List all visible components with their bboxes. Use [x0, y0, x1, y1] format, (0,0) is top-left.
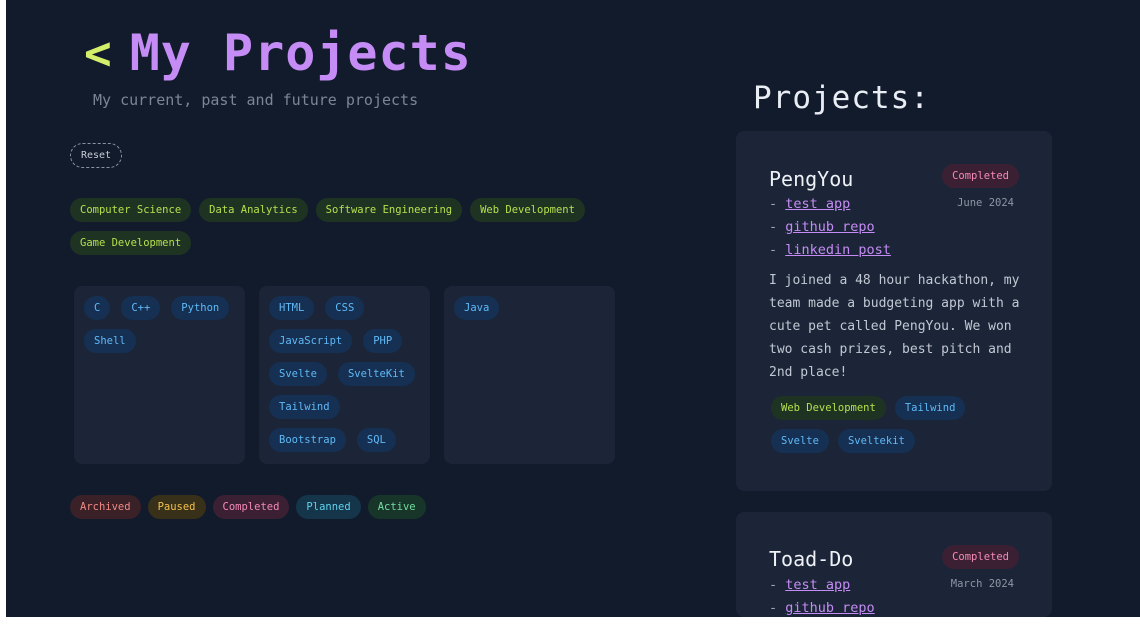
filter-php[interactable]: PHP [363, 329, 403, 353]
filter-planned[interactable]: Planned [296, 495, 361, 519]
filter-archived[interactable]: Archived [70, 495, 141, 519]
status-filters: Archived Paused Completed Planned Active [70, 495, 426, 519]
project-date: June 2024 [957, 197, 1014, 209]
filter-cpp[interactable]: C++ [121, 296, 161, 320]
category-filters: Computer Science Data Analytics Software… [70, 198, 590, 255]
project-name: PengYou [769, 167, 854, 191]
language-group-web: HTML CSS JavaScript PHP Svelte SvelteKit… [259, 286, 430, 464]
project-links: - test app - github repo - linkedin post [769, 193, 891, 262]
filter-python[interactable]: Python [171, 296, 230, 320]
link-row: - test app [769, 577, 851, 593]
filter-web-development[interactable]: Web Development [470, 198, 585, 222]
project-status-badge: Completed [942, 164, 1019, 188]
filter-c[interactable]: C [84, 296, 111, 320]
project-date: March 2024 [950, 578, 1014, 590]
projects-heading: Projects: [753, 80, 930, 116]
filter-shell[interactable]: Shell [84, 329, 136, 353]
link-row: - test app [769, 196, 851, 212]
project-status-badge: Completed [942, 545, 1019, 569]
github-repo-link[interactable]: github repo [785, 219, 874, 235]
project-links: - test app - github repo [769, 574, 875, 620]
filter-data-analytics[interactable]: Data Analytics [199, 198, 308, 222]
page-subtitle: My current, past and future projects [93, 91, 419, 109]
filter-active[interactable]: Active [367, 495, 426, 519]
filter-software-engineering[interactable]: Software Engineering [315, 198, 463, 222]
page-title: My Projects [129, 24, 472, 82]
filter-javascript[interactable]: JavaScript [269, 329, 353, 353]
filter-sveltekit[interactable]: SvelteKit [337, 362, 415, 386]
filter-bootstrap[interactable]: Bootstrap [269, 428, 346, 452]
project-card-toad-do: Toad-Do Completed March 2024 - test app … [736, 512, 1052, 617]
language-group-jvm: Java [444, 286, 615, 464]
bottom-edge [0, 617, 1140, 638]
test-app-link[interactable]: test app [785, 577, 850, 593]
filter-paused[interactable]: Paused [147, 495, 206, 519]
project-card-pengyou: PengYou Completed June 2024 - test app -… [736, 131, 1052, 491]
project-description: I joined a 48 hour hackathon, my team ma… [769, 273, 1020, 380]
github-repo-link[interactable]: github repo [785, 600, 874, 616]
linkedin-post-link[interactable]: linkedin post [785, 242, 891, 258]
reset-filters-button[interactable]: Reset [70, 143, 122, 168]
tag-sveltekit[interactable]: Sveltekit [837, 429, 915, 453]
filter-completed[interactable]: Completed [212, 495, 290, 519]
filter-computer-science[interactable]: Computer Science [70, 198, 192, 222]
back-chevron-icon[interactable]: < [84, 30, 112, 76]
tag-svelte[interactable]: Svelte [771, 429, 829, 453]
filter-tailwind[interactable]: Tailwind [269, 395, 340, 419]
project-name: Toad-Do [769, 547, 854, 571]
link-row: - linkedin post [769, 242, 891, 258]
tag-web-development[interactable]: Web Development [771, 396, 886, 420]
header: < My Projects [84, 28, 472, 78]
filter-html[interactable]: HTML [269, 296, 315, 320]
link-row: - github repo [769, 219, 875, 235]
filter-sql[interactable]: SQL [356, 428, 396, 452]
filter-svelte[interactable]: Svelte [269, 362, 327, 386]
filter-java[interactable]: Java [454, 296, 500, 320]
tag-tailwind[interactable]: Tailwind [894, 396, 966, 420]
language-group-systems: C C++ Python Shell [74, 286, 245, 464]
test-app-link[interactable]: test app [785, 196, 850, 212]
project-tags: Web Development Tailwind Svelte Svelteki… [771, 396, 1021, 453]
filter-game-development[interactable]: Game Development [70, 231, 192, 255]
link-row: - github repo [769, 600, 875, 616]
filter-css[interactable]: CSS [325, 296, 365, 320]
